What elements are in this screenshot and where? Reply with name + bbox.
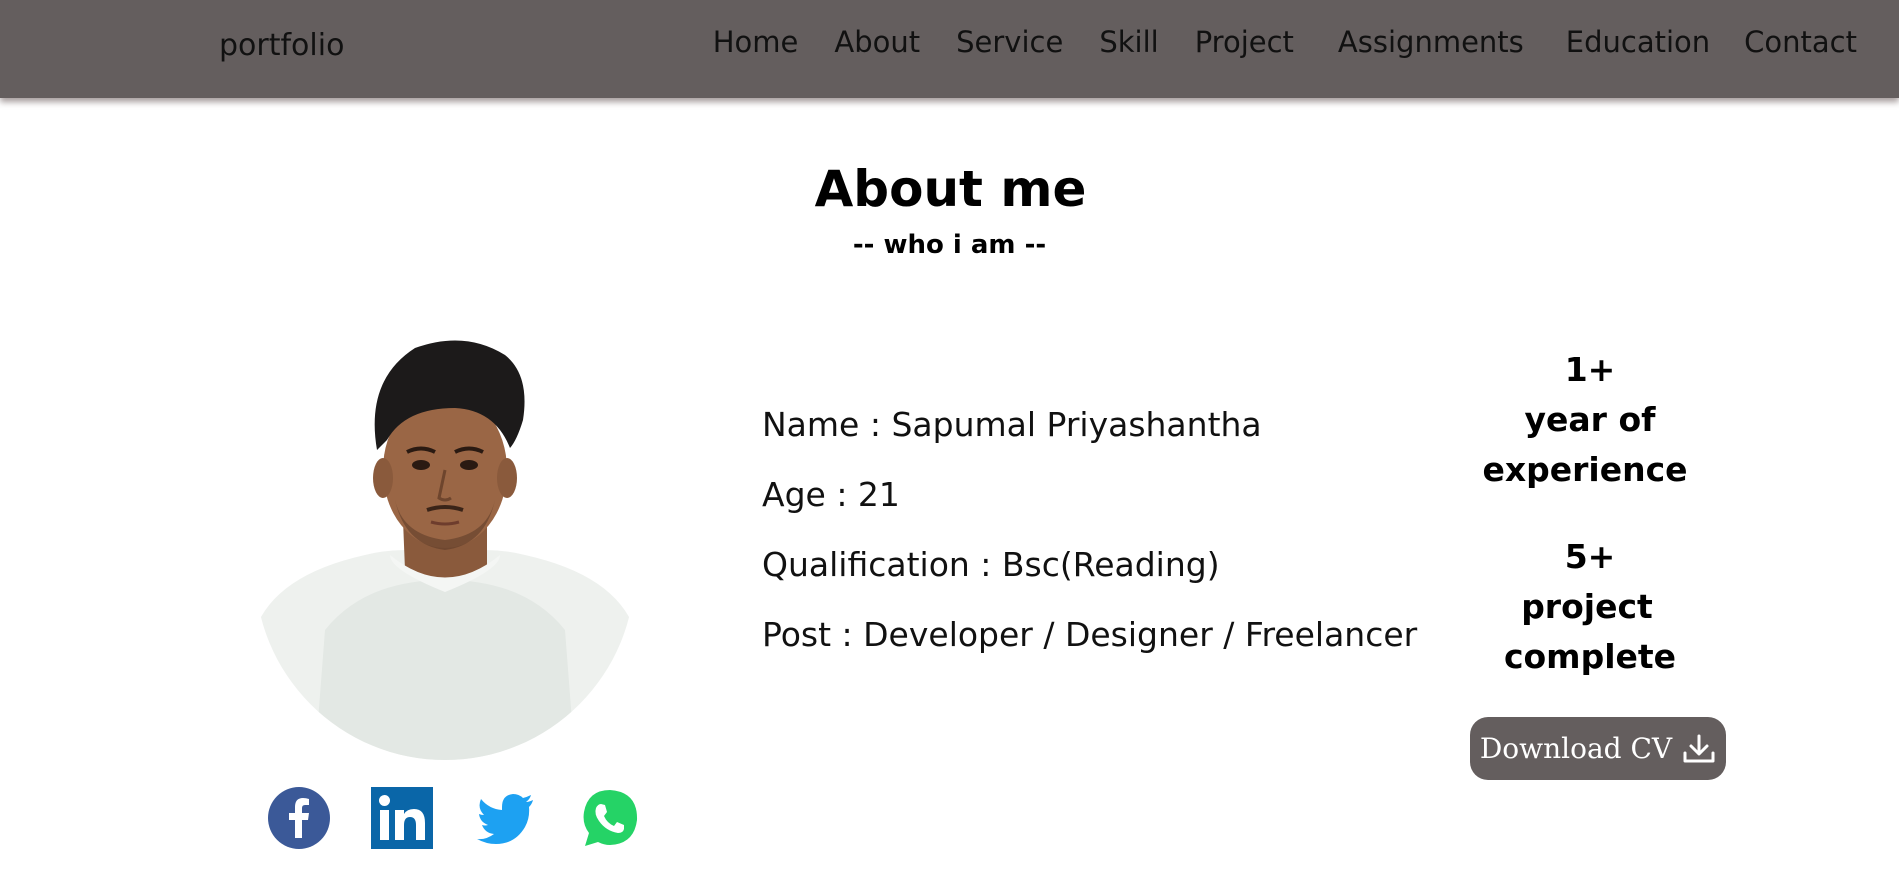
twitter-icon[interactable] (475, 786, 539, 850)
stat-projects-line1: project (1521, 587, 1653, 626)
nav-about[interactable]: About (834, 25, 920, 59)
info-qualification: Qualification : Bsc(Reading) (762, 545, 1220, 584)
brand-logo[interactable]: portfolio (219, 28, 344, 63)
download-cv-label: Download CV (1479, 732, 1673, 765)
info-name: Name : Sapumal Priyashantha (762, 405, 1262, 444)
stat-projects-value: 5+ (1564, 537, 1616, 576)
nav-education[interactable]: Education (1566, 25, 1710, 59)
nav-home[interactable]: Home (713, 25, 799, 59)
navbar: portfolio Home About Service Skill Proje… (0, 0, 1899, 98)
download-cv-button[interactable]: Download CV (1470, 717, 1726, 780)
facebook-icon[interactable] (267, 786, 331, 850)
stat-projects-line2: complete (1503, 637, 1677, 676)
nav-assignments[interactable]: Assignments (1338, 25, 1524, 59)
nav-skill[interactable]: Skill (1099, 25, 1158, 59)
profile-photo (255, 340, 635, 760)
stat-experience-value: 1+ (1564, 350, 1616, 389)
stat-experience-line2: experience (1482, 450, 1688, 489)
linkedin-icon[interactable] (370, 786, 434, 850)
nav-service[interactable]: Service (956, 25, 1063, 59)
nav-project[interactable]: Project (1195, 25, 1294, 59)
nav-contact[interactable]: Contact (1744, 25, 1857, 59)
stat-experience-line1: year of (1524, 400, 1656, 439)
download-icon (1683, 734, 1715, 762)
stat-experience: 1+ year of experience (1440, 345, 1740, 495)
whatsapp-icon[interactable] (578, 786, 642, 850)
stat-projects: 5+ project complete (1440, 532, 1740, 682)
nav-menu: Home About Service Skill Project Assignm… (713, 25, 1857, 59)
info-age: Age : 21 (762, 475, 900, 514)
section-subtitle: -- who i am -- (852, 230, 1047, 260)
section-title: About me (814, 160, 1087, 218)
info-post: Post : Developer / Designer / Freelancer (762, 615, 1418, 654)
